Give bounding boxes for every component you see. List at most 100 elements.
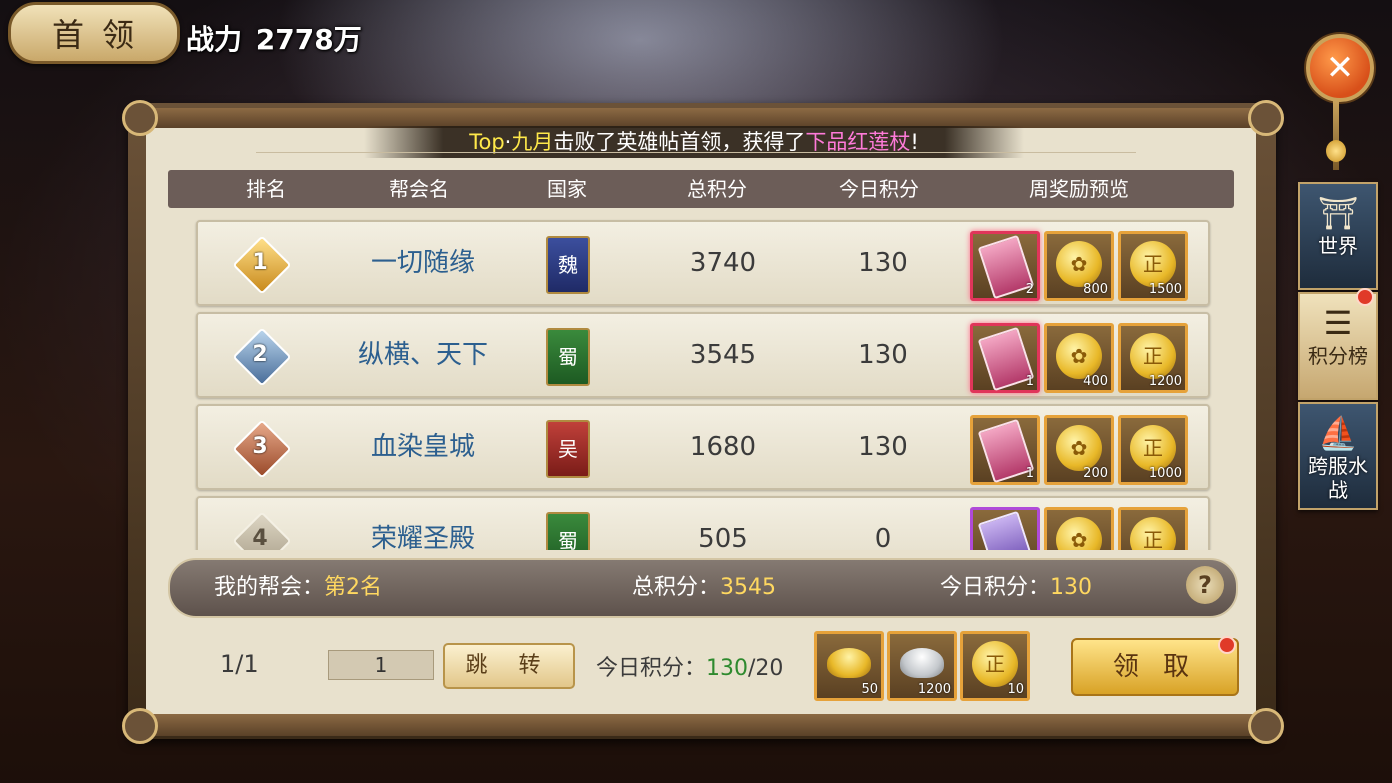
my-total-label: 总积分： [632,575,721,600]
reward-item[interactable]: 1 [970,415,1040,485]
side-tab-naval[interactable]: ⛵ 跨服水战 [1298,402,1378,510]
my-total-value: 3545 [720,575,777,600]
reward-item[interactable]: ✿ 400 [1044,323,1114,393]
reward-item[interactable]: 2 [970,231,1040,301]
header-guild: 帮会名 [389,177,449,201]
panel-top-border [128,108,1276,128]
jump-button[interactable]: 跳 转 [443,643,575,689]
daily-score-value: 130 [706,656,749,681]
guild-name[interactable]: 荣耀圣殿 [338,498,508,550]
panel-bottom-border [128,714,1276,736]
page-number-input[interactable]: 1 [328,650,434,680]
reward-count: 1 [1025,374,1034,389]
my-total-info: 总积分：3545 [632,560,776,616]
my-guild-label: 我的帮会： [214,575,325,600]
guild-name[interactable]: 血染皇城 [338,406,508,488]
guild-name[interactable]: 纵横、天下 [338,314,508,396]
total-score: 3740 [689,248,757,278]
side-tab-leaderboard[interactable]: ☰ 积分榜 [1298,292,1378,400]
reward-item[interactable]: ✿ [1044,507,1114,550]
side-tab-label: 积分榜 [1308,344,1368,368]
total-score: 505 [698,524,748,550]
coin-icon: ✿ [1056,517,1102,550]
reward-item[interactable]: 正 1000 [1118,415,1188,485]
reward-count: 1200 [1148,374,1182,389]
reward-count: 400 [1083,374,1108,389]
power-label: 战力 [186,23,243,56]
guild-name[interactable]: 一切随缘 [338,222,508,304]
coin-icon: 正 [1130,241,1176,287]
reward-item[interactable]: 正 [1118,507,1188,550]
reward-item[interactable]: 正 1200 [1118,323,1188,393]
my-guild-info: 我的帮会：第2名 [214,560,382,616]
today-score: 130 [858,340,908,370]
boss-label: 首领 [51,16,152,54]
reward-count: 1500 [1148,282,1182,297]
ranking-list[interactable]: 1 一切随缘 魏 3740 130 2 ✿ 800 正 1500 2 纵横、天下 蜀… [180,212,1220,550]
table-row[interactable]: 4 荣耀圣殿 蜀 505 0 ✿ 正 [196,496,1210,550]
ticker-text: 击败了英雄帖首领，获得了 [553,130,806,154]
gate-icon: ⛩ [1317,194,1359,232]
country-flag-icon: 魏 [546,236,590,294]
ticker-prefix: Top [469,130,505,154]
power-value: 2778万 [255,23,362,56]
gem-decoration [1326,140,1346,162]
my-guild-rank: 第2名 [324,575,383,600]
reward-count: 800 [1083,282,1108,297]
country-flag-icon: 蜀 [546,328,590,386]
help-button[interactable]: ? [1186,566,1224,604]
header-today: 今日积分 [839,177,919,201]
reward-item[interactable]: 1 [970,323,1040,393]
reward-count: 2 [1025,282,1034,297]
side-tab-label: 跨服水战 [1308,454,1368,502]
coin-icon: 正 [972,641,1018,687]
notification-dot [1218,636,1236,654]
country-flag-icon: 蜀 [546,512,590,550]
daily-reward-item[interactable]: 1200 [887,631,957,701]
claim-button[interactable]: 领 取 [1071,638,1239,696]
total-score: 1680 [689,432,757,462]
reward-item[interactable] [970,507,1040,550]
notification-dot [1356,288,1374,306]
table-row[interactable]: 3 血染皇城 吴 1680 130 1 ✿ 200 正 1000 [196,404,1210,490]
header-country: 国家 [547,177,587,201]
side-tab-label: 世界 [1318,234,1358,258]
corner-ornament [1248,100,1284,136]
my-today-info: 今日积分：130 [940,560,1092,616]
coin-icon: ✿ [1056,425,1102,471]
header-rank: 排名 [246,177,286,201]
corner-ornament [1248,708,1284,744]
reward-count: 1200 [917,682,951,697]
list-icon: ☰ [1323,304,1353,342]
today-score: 130 [858,432,908,462]
silver-ingot-icon [900,648,944,678]
daily-reward-item[interactable]: 正 10 [960,631,1030,701]
ticker-item: 下品红莲杖 [805,130,911,154]
my-guild-bar: 我的帮会：第2名 总积分：3545 今日积分：130 [168,558,1238,618]
divider [256,152,1136,161]
ticker-player: 九月 [511,130,554,154]
corner-ornament [122,708,158,744]
reward-item[interactable]: ✿ 800 [1044,231,1114,301]
boss-badge[interactable]: 首领 [8,2,180,64]
ship-icon: ⛵ [1318,414,1358,452]
close-icon: ✕ [1325,48,1355,88]
page-indicator: 1/1 [220,650,259,678]
close-button[interactable]: ✕ [1306,34,1374,102]
header-rewards: 周奖励预览 [1029,177,1129,201]
scroll-icon [977,510,1035,550]
table-row[interactable]: 1 一切随缘 魏 3740 130 2 ✿ 800 正 1500 [196,220,1210,306]
daily-reward-item[interactable]: 50 [814,631,884,701]
reward-item[interactable]: 正 1500 [1118,231,1188,301]
reward-item[interactable]: ✿ 200 [1044,415,1114,485]
today-score: 0 [874,524,892,550]
country-flag-icon: 吴 [546,420,590,478]
daily-score-progress: 今日积分：130/20 [596,650,783,682]
side-tab-world[interactable]: ⛩ 世界 [1298,182,1378,290]
reward-count: 1 [1025,466,1034,481]
coin-icon: ✿ [1056,241,1102,287]
coin-icon: ✿ [1056,333,1102,379]
table-row[interactable]: 2 纵横、天下 蜀 3545 130 1 ✿ 400 正 1200 [196,312,1210,398]
today-score: 130 [858,248,908,278]
gold-ingot-icon [827,648,871,678]
